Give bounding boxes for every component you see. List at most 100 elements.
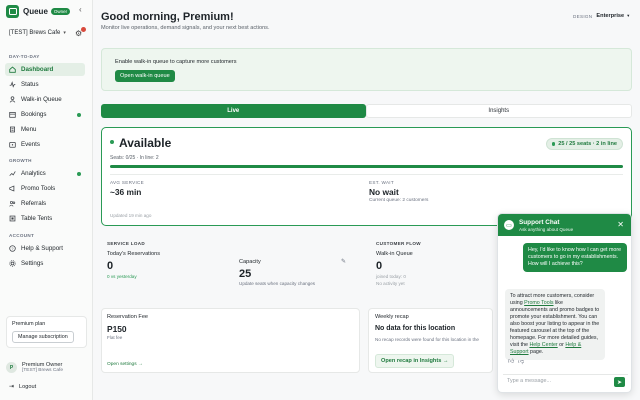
close-icon[interactable]: ✕ <box>617 220 624 229</box>
sidebar-item-label: Table Tents <box>21 215 53 222</box>
tab-live[interactable]: Live <box>101 104 366 118</box>
sidebar-item-label: Status <box>21 81 39 88</box>
walkin-queue-label: Walk-in Queue <box>376 251 413 257</box>
chat-message-input[interactable] <box>507 378 607 384</box>
design-label: DESIGN <box>573 13 593 19</box>
store-selector[interactable]: [TEST] Brews Cafe ▾ <box>9 30 66 36</box>
open-settings-link[interactable]: Open settings → <box>107 362 143 367</box>
sidebar-item-label: Walk-in Queue <box>21 96 62 103</box>
walkin-activity: No activity yet <box>376 281 405 286</box>
section-day-to-day: DAY-TO-DAY <box>9 54 40 59</box>
sidebar-item-label: Referrals <box>21 200 47 207</box>
send-icon[interactable]: ➤ <box>614 377 625 387</box>
divider <box>110 174 623 175</box>
thumbs-down-icon[interactable]: 👎︎ <box>518 357 524 365</box>
home-icon <box>9 66 16 73</box>
sidebar-item-label: Bookings <box>21 111 47 118</box>
reservation-fee-card: Reservation Fee P150 Flat fee Open setti… <box>101 308 360 373</box>
sidebar-item-menu[interactable]: Menu <box>5 123 85 136</box>
badge-text: 25 / 25 seats · 2 in line <box>558 141 617 147</box>
capacity-progress <box>110 165 623 168</box>
sidebar-item-dashboard[interactable]: Dashboard <box>5 63 85 76</box>
chat-title: Support Chat <box>519 219 560 226</box>
analytics-indicator-dot <box>77 171 81 176</box>
app-name: Queue <box>23 7 48 16</box>
banner-text: Enable walk-in queue to capture more cus… <box>115 59 237 65</box>
queue-logo-icon <box>6 5 19 18</box>
store-name: [TEST] Brews Cafe <box>9 30 61 36</box>
collapse-sidebar-icon[interactable]: ‹ <box>79 5 82 14</box>
est-wait-sub: Current queue: 2 customers <box>369 198 429 203</box>
sidebar-item-referrals[interactable]: Referrals <box>5 197 85 210</box>
reservations-value: 0 <box>107 260 114 272</box>
sidebar-item-events[interactable]: Events <box>5 138 85 151</box>
customer-flow-label: CUSTOMER FLOW <box>376 241 421 246</box>
bot-text: page. <box>528 349 544 355</box>
capacity-label: Capacity <box>239 259 261 265</box>
chevron-down-icon: ▾ <box>63 30 66 36</box>
plan-card: Premium plan Manage subscription <box>6 316 87 348</box>
walkin-banner: Enable walk-in queue to capture more cus… <box>101 48 632 91</box>
role-badge: Owner <box>50 8 71 15</box>
bookings-indicator-dot <box>77 112 81 117</box>
logout-icon: ⇥ <box>9 384 15 390</box>
section-account: ACCOUNT <box>9 233 35 238</box>
progress-fill <box>110 165 623 168</box>
open-walkin-queue-button[interactable]: Open walk-in queue <box>115 70 175 82</box>
sidebar-item-promo-tools[interactable]: Promo Tools <box>5 182 85 195</box>
reservations-sub: 0 vs yesterday <box>107 274 137 279</box>
sidebar-item-settings[interactable]: Settings <box>5 257 85 270</box>
availability-title: Available <box>119 136 172 150</box>
edit-pencil-icon[interactable]: ✎ <box>341 258 346 265</box>
store-settings-button[interactable]: ⚙ <box>75 27 86 38</box>
page-title: Good morning, Premium! <box>101 11 234 23</box>
reservations-label: Today's Reservations <box>107 251 160 257</box>
chevron-down-icon: ▾ <box>627 13 630 18</box>
chat-subtitle: Ask anything about Queue <box>519 227 574 232</box>
availability-card: Available Seats: 0/25 · In line: 2 25 / … <box>101 127 632 226</box>
tab-insights[interactable]: Insights <box>365 104 632 118</box>
sidebar-item-table-tents[interactable]: Table Tents <box>5 212 85 225</box>
page-subtitle: Monitor live operations, demand signals,… <box>101 25 270 31</box>
events-icon <box>9 141 16 148</box>
sidebar-item-label: Dashboard <box>21 66 54 73</box>
profile[interactable]: P Premium Owner [TEST] Brews Cafe <box>6 362 63 373</box>
svg-text:?: ? <box>11 247 13 251</box>
manage-subscription-button[interactable]: Manage subscription <box>12 331 74 343</box>
sidebar-item-label: Settings <box>21 260 44 267</box>
est-wait-label: EST. WAIT <box>369 180 394 185</box>
est-wait-value: No wait <box>369 187 399 197</box>
sidebar-item-help-support[interactable]: ? Help & Support <box>5 242 85 255</box>
section-growth: GROWTH <box>9 158 32 163</box>
sidebar-item-status[interactable]: Status <box>5 78 85 91</box>
profile-store: [TEST] Brews Cafe <box>22 368 64 373</box>
walkin-joined: joined today: 0 <box>376 274 406 279</box>
badge-dot <box>551 142 556 146</box>
design-selector[interactable]: DESIGN Enterprise ▾ <box>573 13 629 19</box>
help-center-link[interactable]: Help Center <box>529 342 557 348</box>
sidebar-item-walk-in-queue[interactable]: Walk-in Queue <box>5 93 85 106</box>
chat-bubble-icon: ▭ <box>504 220 514 230</box>
sidebar-item-bookings[interactable]: Bookings <box>5 108 85 121</box>
menu-icon <box>9 126 16 133</box>
reservation-fee-title: Reservation Fee <box>107 314 149 320</box>
reservation-fee-sub: Flat fee <box>107 335 123 340</box>
thumbs-up-icon[interactable]: 👍︎ <box>508 357 514 365</box>
updated-timestamp: Updated 19 min ago <box>110 213 152 218</box>
logout-label: Logout <box>19 383 37 390</box>
avg-service-value: ~36 min <box>110 187 142 197</box>
logout-button[interactable]: ⇥ Logout <box>9 383 37 391</box>
sidebar-item-analytics[interactable]: Analytics <box>5 167 85 180</box>
walkin-icon <box>9 96 16 103</box>
availability-meta: Seats: 0/25 · In line: 2 <box>110 155 159 161</box>
referrals-icon <box>9 200 16 207</box>
status-icon <box>9 81 16 88</box>
chat-header: ▭ Support Chat Ask anything about Queue … <box>498 214 631 236</box>
bot-text: like announcements and promo badges to p… <box>510 300 600 348</box>
open-recap-button[interactable]: Open recap in Insights → <box>375 354 455 368</box>
weekly-recap-title: No data for this location <box>375 325 456 332</box>
help-icon: ? <box>9 245 16 252</box>
plan-label: Premium plan <box>12 321 46 327</box>
brand[interactable]: Queue Owner <box>6 5 71 18</box>
promo-tools-link[interactable]: Promo Tools <box>524 300 553 306</box>
